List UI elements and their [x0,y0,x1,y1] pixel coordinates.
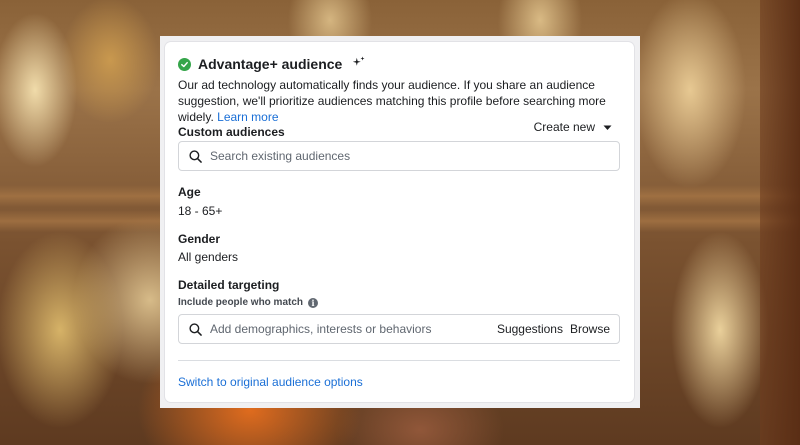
include-people-label: Include people who match i [178,297,319,308]
suggestions-button[interactable]: Suggestions [497,322,563,336]
create-new-dropdown[interactable]: Create new [534,120,612,134]
background-wood-edge [760,0,800,445]
create-new-label: Create new [533,120,595,134]
card-description: Our ad technology automatically finds yo… [178,78,606,124]
card-header: Advantage+ audience [178,55,365,73]
age-label: Age [178,185,201,199]
divider [178,360,620,361]
search-icon [189,322,202,336]
custom-audiences-label: Custom audiences [178,125,285,139]
check-circle-icon [178,57,191,71]
sparkle-icon [353,55,365,73]
card-title: Advantage+ audience [198,56,343,72]
gender-value[interactable]: All genders [178,250,238,264]
switch-audience-options-link[interactable]: Switch to original audience options [178,375,363,389]
detailed-targeting-search-input[interactable] [210,322,497,336]
learn-more-link[interactable]: Learn more [217,110,278,124]
custom-audiences-search-input[interactable] [210,149,619,163]
targeting-actions: Suggestions Browse [497,322,610,336]
audience-card: Advantage+ audience Our ad technology au… [165,42,634,402]
search-icon [189,149,202,163]
caret-down-icon [603,120,612,134]
custom-audiences-search[interactable] [178,141,620,171]
detailed-targeting-label: Detailed targeting [178,278,280,292]
browse-button[interactable]: Browse [570,322,610,336]
detailed-targeting-search[interactable]: Suggestions Browse [178,314,620,344]
gender-label: Gender [178,232,221,246]
info-icon[interactable]: i [308,297,319,308]
age-value[interactable]: 18 - 65+ [178,204,222,218]
